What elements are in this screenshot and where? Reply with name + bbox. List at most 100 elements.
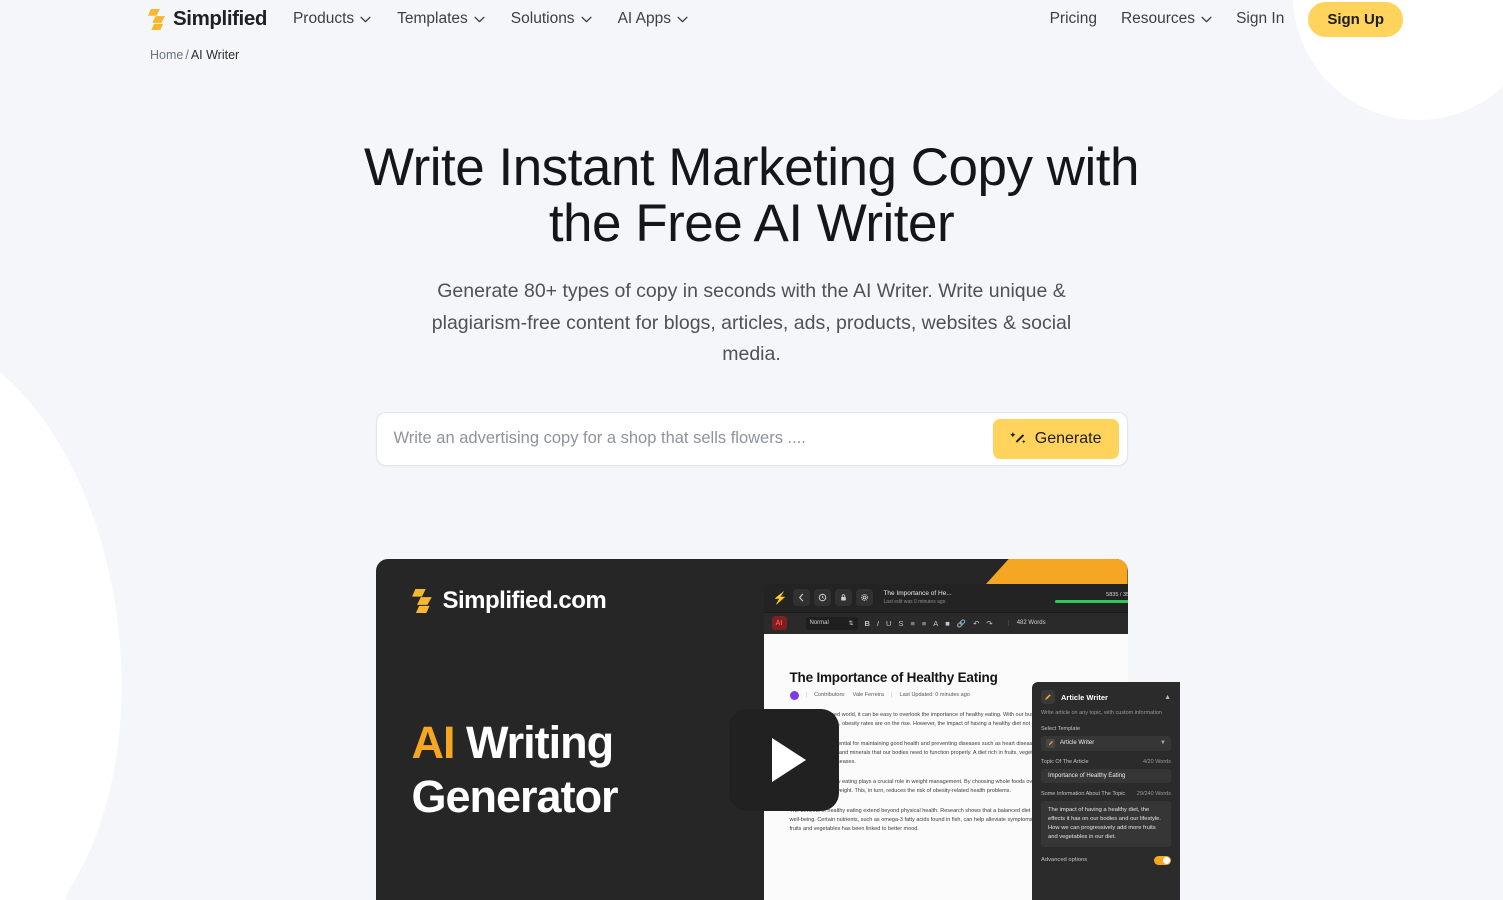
chevron-down-icon: ▼: [1160, 740, 1166, 746]
app-document-title-block: The Importance of He... Last edit was 0 …: [883, 589, 951, 606]
nav-item-resources[interactable]: Resources: [1121, 10, 1212, 28]
chevron-down-icon: [677, 16, 688, 22]
italic-icon[interactable]: I: [877, 619, 879, 628]
nav-item-solutions[interactable]: Solutions: [511, 10, 592, 28]
pencil-icon: [1041, 690, 1055, 704]
chevron-down-icon: [474, 16, 485, 22]
align-icon[interactable]: ≡: [922, 619, 926, 628]
prompt-input[interactable]: [376, 429, 993, 448]
app-credits-text: 5835 / 352000 credits used: [1106, 592, 1127, 598]
chevron-updown-icon: ⇅: [848, 620, 854, 627]
pencil-icon: [1046, 738, 1055, 748]
secondary-nav-links: Pricing Resources Sign In Sign Up: [1050, 1, 1403, 37]
template-select[interactable]: Article Writer ▼: [1041, 735, 1171, 751]
info-textarea[interactable]: The impact of having a healthy diet, the…: [1041, 800, 1171, 847]
chevron-down-icon: [360, 16, 371, 22]
app-record-icon[interactable]: AI: [771, 616, 787, 630]
meta-divider: |: [805, 692, 808, 698]
prompt-search-bar: Generate: [375, 411, 1128, 466]
brand-name: Simplified: [173, 7, 267, 30]
video-card-logo: Simplified.com: [411, 586, 607, 615]
lock-icon[interactable]: [835, 589, 853, 606]
info-counter: 29/240 Words: [1136, 790, 1171, 797]
breadcrumb-home-link[interactable]: Home: [150, 48, 183, 62]
strikethrough-icon[interactable]: S: [898, 619, 903, 628]
list-icon[interactable]: ≡: [910, 619, 914, 628]
contributors-label: Contributors:: [814, 692, 846, 698]
last-updated: Last Updated: 0 minutes ago: [899, 692, 970, 698]
play-triangle-icon: [772, 738, 806, 782]
history-icon[interactable]: [814, 589, 832, 606]
nav-item-ai-apps-label: AI Apps: [617, 10, 671, 27]
contributor-name: Vale Ferreira: [852, 692, 884, 698]
nav-item-templates[interactable]: Templates: [397, 10, 485, 28]
avatar: [789, 690, 799, 700]
video-card-headline-line2: Generator: [411, 770, 619, 822]
template-select-value: Article Writer: [1060, 740, 1095, 746]
simplified-bolt-logo-icon: [411, 588, 432, 613]
nav-item-solutions-label: Solutions: [510, 10, 575, 27]
brand-logo-link[interactable]: Simplified: [148, 7, 267, 31]
undo-icon[interactable]: ↶: [973, 619, 979, 628]
settings-gear-icon[interactable]: [856, 589, 874, 606]
select-template-label: Select Template: [1041, 725, 1081, 732]
video-card-headline-rest: Writing: [454, 716, 614, 768]
app-editor-toolbar: AI Normal ⇅ B I U S ≡ ≡ A ■ 🔗 ↶ ↷ 482 Wo…: [763, 611, 1128, 634]
redo-icon[interactable]: ↷: [986, 619, 992, 628]
link-icon[interactable]: 🔗: [957, 619, 966, 628]
app-credits-meter: 5835 / 352000 credits used: [1054, 592, 1128, 603]
topic-input-value: Importance of Healthy Eating: [1048, 772, 1126, 779]
info-textarea-value: The impact of having a healthy diet, the…: [1048, 806, 1161, 840]
info-label-row: Some Information About The Topic 29/240 …: [1041, 791, 1171, 797]
generate-button[interactable]: Generate: [992, 418, 1119, 459]
advanced-options-label: Advanced options: [1041, 857, 1088, 863]
magic-wand-icon: [1009, 432, 1026, 444]
video-card-logo-text: Simplified.com: [442, 586, 607, 614]
topic-counter: 4/20 Words: [1142, 758, 1171, 765]
advanced-options-row[interactable]: Advanced options: [1041, 855, 1171, 865]
article-writer-panel-title: Article Writer: [1061, 692, 1108, 702]
nav-item-ai-apps[interactable]: AI Apps: [618, 10, 688, 28]
chevron-down-icon: [580, 16, 592, 22]
topic-label-row: Topic Of The Article 4/20 Words: [1041, 759, 1171, 765]
hero-section: Write Instant Marketing Copy with the Fr…: [0, 62, 1503, 371]
nav-item-products-label: Products: [292, 10, 355, 27]
breadcrumb: Home / AI Writer: [0, 38, 1503, 62]
advanced-options-toggle[interactable]: [1154, 855, 1171, 865]
app-document-title: The Importance of He...: [883, 590, 952, 597]
select-template-label-row: Select Template: [1041, 726, 1171, 732]
app-document-subtitle: Last edit was 0 minutes ago: [883, 599, 946, 605]
top-navigation-bar: Simplified Products Templates Solutions …: [0, 0, 1503, 38]
underline-icon[interactable]: U: [886, 619, 891, 628]
bold-icon[interactable]: B: [865, 619, 870, 628]
nav-item-products[interactable]: Products: [293, 10, 371, 28]
app-style-select[interactable]: Normal ⇅: [805, 616, 858, 630]
app-style-select-value: Normal: [809, 620, 829, 626]
app-top-bar: ⚡ The Importance of He... Last edit was …: [763, 583, 1128, 612]
page-root: Simplified Products Templates Solutions …: [0, 0, 1503, 900]
app-credits-progress-bar: [1054, 600, 1128, 603]
topic-input[interactable]: Importance of Healthy Eating: [1041, 768, 1171, 783]
article-writer-description: Write article on any topic, with custom …: [1041, 710, 1162, 716]
nav-item-resources-label: Resources: [1120, 10, 1196, 27]
back-icon[interactable]: [793, 589, 811, 606]
primary-nav-links: Products Templates Solutions AI Apps: [293, 10, 688, 28]
info-label: Some Information About The Topic: [1041, 790, 1126, 797]
page-title: Write Instant Marketing Copy with the Fr…: [364, 138, 1139, 253]
nav-item-sign-in[interactable]: Sign In: [1236, 10, 1284, 28]
nav-item-templates-label: Templates: [397, 10, 468, 27]
highlight-icon[interactable]: ■: [945, 619, 950, 628]
article-writer-panel-header[interactable]: Article Writer ▲: [1041, 690, 1171, 704]
topic-label: Topic Of The Article: [1041, 758, 1089, 765]
nav-item-sign-in-label: Sign In: [1236, 10, 1285, 27]
generate-button-label: Generate: [1034, 429, 1102, 447]
chevron-down-icon: [1201, 16, 1212, 22]
chevron-up-icon[interactable]: ▲: [1164, 694, 1171, 701]
play-video-button[interactable]: [729, 709, 839, 811]
app-word-count: 482 Words: [1007, 620, 1046, 626]
breadcrumb-current: AI Writer: [190, 48, 240, 62]
nav-item-pricing[interactable]: Pricing: [1050, 10, 1097, 28]
app-logo-icon: ⚡: [772, 590, 788, 605]
text-color-icon[interactable]: A: [933, 619, 938, 628]
sign-up-button[interactable]: Sign Up: [1308, 1, 1403, 37]
